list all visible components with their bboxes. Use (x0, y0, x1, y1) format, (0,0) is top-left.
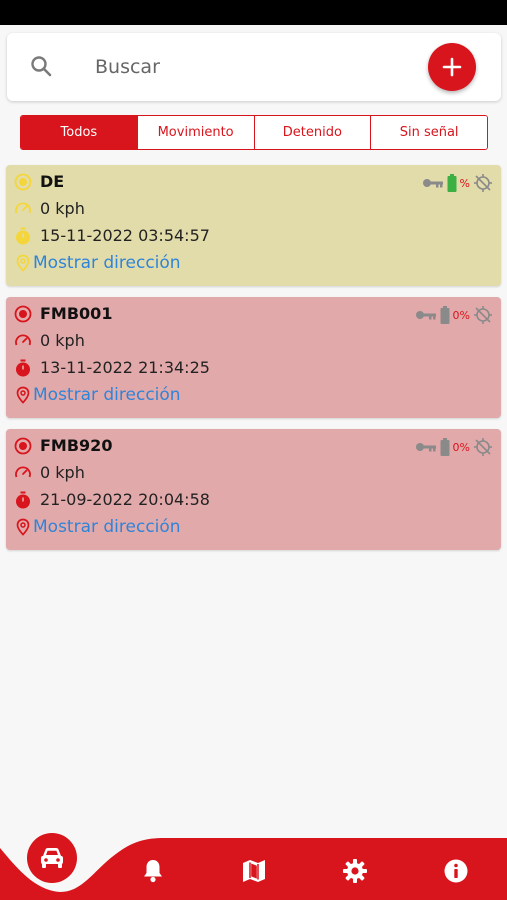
gps-off-icon (474, 438, 492, 456)
gps-off-icon (474, 174, 492, 192)
nav-info-button[interactable] (442, 857, 470, 885)
tab-movimiento[interactable]: Movimiento (137, 116, 255, 149)
vehicle-card-de[interactable]: DE 0 kph 15-11-2022 03:54:57 Mostrar dir… (6, 165, 501, 286)
car-icon (41, 848, 63, 868)
timer-icon (16, 227, 30, 244)
show-address-link[interactable]: Mostrar dirección (33, 385, 181, 405)
vehicle-speed: 0 kph (40, 463, 85, 482)
status-dot-icon (14, 305, 32, 322)
location-pin-icon (16, 386, 30, 404)
key-icon (415, 443, 436, 452)
map-icon (243, 860, 265, 882)
plus-icon (442, 57, 462, 77)
battery-icon (440, 306, 450, 324)
search-icon[interactable] (29, 54, 53, 78)
vehicle-name: FMB920 (40, 436, 113, 455)
battery-percentage: 0% (452, 308, 470, 322)
location-pin-icon (16, 518, 30, 536)
key-icon (422, 179, 443, 188)
speedometer-icon (15, 334, 31, 345)
status-dot-icon (14, 173, 32, 190)
vehicle-status-icons: % (422, 173, 493, 193)
nav-map-button[interactable] (240, 857, 268, 885)
nav-alerts-button[interactable] (139, 857, 167, 885)
nav-settings-button[interactable] (341, 857, 369, 885)
vehicle-datetime: 13-11-2022 21:34:25 (40, 358, 210, 377)
battery-icon (447, 174, 457, 192)
timer-icon (16, 359, 30, 376)
vehicle-speed: 0 kph (40, 199, 85, 218)
tab-sin-senal[interactable]: Sin señal (371, 116, 487, 149)
vehicle-status-icons: 0% (415, 305, 493, 325)
nav-vehicles-button[interactable] (27, 833, 77, 883)
status-bar (0, 0, 507, 25)
show-address-link[interactable]: Mostrar dirección (33, 253, 181, 273)
show-address-link[interactable]: Mostrar dirección (33, 517, 181, 537)
speedometer-icon (15, 466, 31, 477)
vehicle-datetime: 21-09-2022 20:04:58 (40, 490, 210, 509)
status-dot-icon (14, 437, 32, 454)
location-pin-icon (16, 254, 30, 272)
gps-off-icon (474, 306, 492, 324)
gear-icon (343, 859, 367, 883)
battery-percentage: 0% (452, 440, 470, 454)
vehicle-name: FMB001 (40, 304, 113, 323)
vehicle-card-fmb001[interactable]: FMB001 0 kph 13-11-2022 21:34:25 Mostrar… (6, 297, 501, 418)
timer-icon (16, 491, 30, 508)
battery-percentage: % (459, 176, 470, 190)
vehicle-status-icons: 0% (415, 437, 493, 457)
vehicle-datetime: 15-11-2022 03:54:57 (40, 226, 210, 245)
tab-todos[interactable]: Todos (21, 116, 138, 149)
filter-tabs: Todos Movimiento Detenido Sin señal (20, 115, 488, 150)
key-icon (415, 311, 436, 320)
speedometer-icon (15, 202, 31, 213)
bell-icon (144, 860, 162, 883)
info-icon (444, 859, 468, 883)
vehicle-speed: 0 kph (40, 331, 85, 350)
vehicle-card-fmb920[interactable]: FMB920 0 kph 21-09-2022 20:04:58 Mostrar… (6, 429, 501, 550)
vehicle-name: DE (40, 172, 65, 191)
add-vehicle-button[interactable] (428, 43, 476, 91)
search-input[interactable] (95, 50, 395, 84)
tab-detenido[interactable]: Detenido (254, 116, 372, 149)
battery-icon (440, 438, 450, 456)
